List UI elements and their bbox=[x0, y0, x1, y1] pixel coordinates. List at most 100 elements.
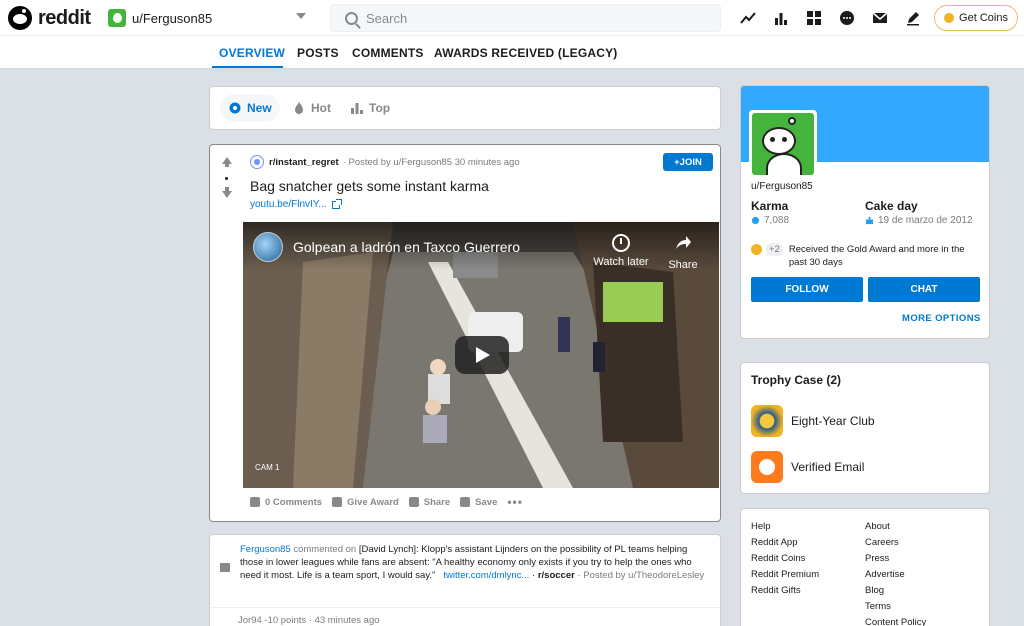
sort-new-label: New bbox=[247, 101, 272, 115]
tab-posts[interactable]: POSTS bbox=[297, 46, 339, 60]
top-icon bbox=[351, 103, 363, 114]
reddit-logo[interactable]: reddit bbox=[8, 6, 91, 30]
watch-later-button[interactable]: Watch later bbox=[589, 234, 653, 268]
join-button[interactable]: +JOIN bbox=[663, 153, 713, 171]
bookmark-icon bbox=[460, 497, 471, 507]
give-award-button[interactable]: Give Award bbox=[332, 497, 399, 508]
award-count-badge: +2 bbox=[766, 243, 783, 256]
footer-link-about[interactable]: About bbox=[865, 519, 926, 535]
post-title[interactable]: Bag snatcher gets some instant karma bbox=[250, 178, 489, 194]
comment-body: Ferguson85 commented on [David Lynch]: K… bbox=[240, 544, 705, 581]
footer-link-advertise[interactable]: Advertise bbox=[865, 567, 926, 583]
sort-new[interactable]: New bbox=[220, 94, 280, 122]
post-actions: 0 Comments Give Award Share Save ••• bbox=[250, 495, 533, 509]
trophy-item[interactable]: Eight-Year Club bbox=[751, 405, 875, 437]
upvote-icon[interactable] bbox=[222, 157, 232, 167]
footer-link-content-policy[interactable]: Content Policy bbox=[865, 615, 926, 626]
trophy-case-title: Trophy Case (2) bbox=[751, 373, 842, 387]
active-tab-indicator bbox=[212, 66, 283, 68]
footer-link-help[interactable]: Help bbox=[751, 519, 819, 535]
logo-text: reddit bbox=[38, 6, 91, 29]
karma-label: Karma bbox=[751, 199, 789, 213]
footer-link-terms[interactable]: Terms bbox=[865, 599, 926, 615]
comment-user[interactable]: Ferguson85 bbox=[240, 544, 291, 555]
mail-icon[interactable] bbox=[870, 8, 890, 28]
sort-hot-label: Hot bbox=[311, 101, 331, 115]
search-bar[interactable] bbox=[330, 4, 721, 32]
post-card[interactable]: r/instant_regret · Posted by u/Ferguson8… bbox=[209, 144, 721, 522]
comments-label: 0 Comments bbox=[265, 496, 323, 508]
tab-awards[interactable]: AWARDS RECEIVED (LEGACY) bbox=[434, 46, 617, 60]
trophy-item[interactable]: Verified Email bbox=[751, 451, 864, 483]
reddit-alien-icon bbox=[8, 6, 32, 30]
channel-avatar[interactable] bbox=[253, 232, 283, 262]
footer-link-reddit-gifts[interactable]: Reddit Gifts bbox=[751, 583, 819, 599]
tab-comments[interactable]: COMMENTS bbox=[352, 46, 424, 60]
chat-icon[interactable] bbox=[837, 8, 857, 28]
tab-overview[interactable]: OVERVIEW bbox=[219, 46, 285, 60]
top-header: reddit u/Ferguson85 Get Coins bbox=[0, 0, 1024, 36]
subreddit-link[interactable]: r/instant_regret bbox=[269, 157, 339, 168]
cakeday-value: 19 de marzo de 2012 bbox=[865, 215, 973, 226]
award-icon bbox=[332, 497, 343, 507]
trophy-case: Trophy Case (2) Eight-Year Club Verified… bbox=[740, 362, 990, 494]
comments-button[interactable]: 0 Comments bbox=[250, 497, 322, 508]
create-post-icon[interactable] bbox=[903, 8, 923, 28]
get-coins-label: Get Coins bbox=[959, 12, 1008, 24]
cam-label: CAM 1 bbox=[255, 463, 280, 472]
footer-link-reddit-premium[interactable]: Reddit Premium bbox=[751, 567, 819, 583]
rpan-icon[interactable] bbox=[804, 8, 824, 28]
footer-link-reddit-app[interactable]: Reddit App bbox=[751, 535, 819, 551]
video-share-button[interactable]: Share bbox=[663, 234, 703, 271]
save-label: Save bbox=[475, 496, 498, 508]
flame-icon bbox=[295, 102, 303, 114]
award-text: Received the Gold Award and more in the … bbox=[788, 244, 965, 268]
sort-hot[interactable]: Hot bbox=[284, 94, 339, 122]
profile-avatar[interactable] bbox=[749, 110, 817, 178]
sort-top[interactable]: Top bbox=[342, 94, 398, 122]
footer-link-press[interactable]: Press bbox=[865, 551, 926, 567]
comment-verb: commented on bbox=[290, 544, 359, 555]
vote-column bbox=[210, 145, 244, 521]
user-avatar-icon bbox=[108, 9, 126, 27]
comment-posted-by: · Posted by u/TheodoreLesley bbox=[574, 570, 705, 581]
save-button[interactable]: Save bbox=[460, 497, 497, 508]
sort-top-label: Top bbox=[369, 101, 391, 115]
subreddit-icon[interactable] bbox=[250, 155, 264, 169]
search-input[interactable] bbox=[366, 10, 706, 26]
comment-card[interactable]: Ferguson85 commented on [David Lynch]: K… bbox=[209, 534, 721, 626]
video-embed[interactable]: Golpean a ladrón en Taxco Guerrero Watch… bbox=[243, 222, 719, 488]
video-title[interactable]: Golpean a ladrón en Taxco Guerrero bbox=[293, 239, 520, 255]
follow-button[interactable]: FOLLOW bbox=[751, 277, 863, 302]
footer-link-blog[interactable]: Blog bbox=[865, 583, 926, 599]
gold-award-icon bbox=[751, 244, 762, 255]
post-link[interactable]: youtu.be/FlnvIY... bbox=[250, 198, 342, 210]
play-icon[interactable] bbox=[455, 336, 509, 374]
new-icon bbox=[229, 102, 241, 114]
cakeday-date: 19 de marzo de 2012 bbox=[878, 215, 973, 226]
karma-number: 7,088 bbox=[764, 215, 790, 226]
more-options-button[interactable]: MORE OPTIONS bbox=[902, 313, 981, 324]
header-icons bbox=[738, 8, 936, 28]
footer-link-reddit-coins[interactable]: Reddit Coins bbox=[751, 551, 819, 567]
chat-button[interactable]: CHAT bbox=[868, 277, 980, 302]
coin-icon bbox=[944, 13, 955, 23]
comment-link[interactable]: twitter.com/dmlync... bbox=[443, 570, 529, 581]
cake-icon bbox=[865, 216, 874, 225]
comment-subreddit[interactable]: r/soccer bbox=[538, 570, 575, 581]
share-button[interactable]: Share bbox=[408, 497, 450, 508]
downvote-icon[interactable] bbox=[222, 187, 232, 198]
get-coins-button[interactable]: Get Coins bbox=[934, 5, 1018, 31]
footer-link-careers[interactable]: Careers bbox=[865, 535, 926, 551]
share-icon bbox=[408, 497, 419, 507]
post-link-text: youtu.be/FlnvIY... bbox=[250, 199, 327, 210]
watch-later-label: Watch later bbox=[593, 256, 649, 268]
video-share-label: Share bbox=[668, 259, 698, 271]
vote-score-dot bbox=[225, 177, 228, 180]
trending-icon[interactable] bbox=[738, 8, 758, 28]
stats-icon[interactable] bbox=[771, 8, 791, 28]
user-dropdown[interactable]: u/Ferguson85 bbox=[108, 6, 312, 30]
posted-by: · Posted by u/Ferguson85 30 minutes ago bbox=[342, 156, 520, 168]
more-actions-button[interactable]: ••• bbox=[507, 495, 523, 509]
verified-email-icon bbox=[751, 451, 783, 483]
